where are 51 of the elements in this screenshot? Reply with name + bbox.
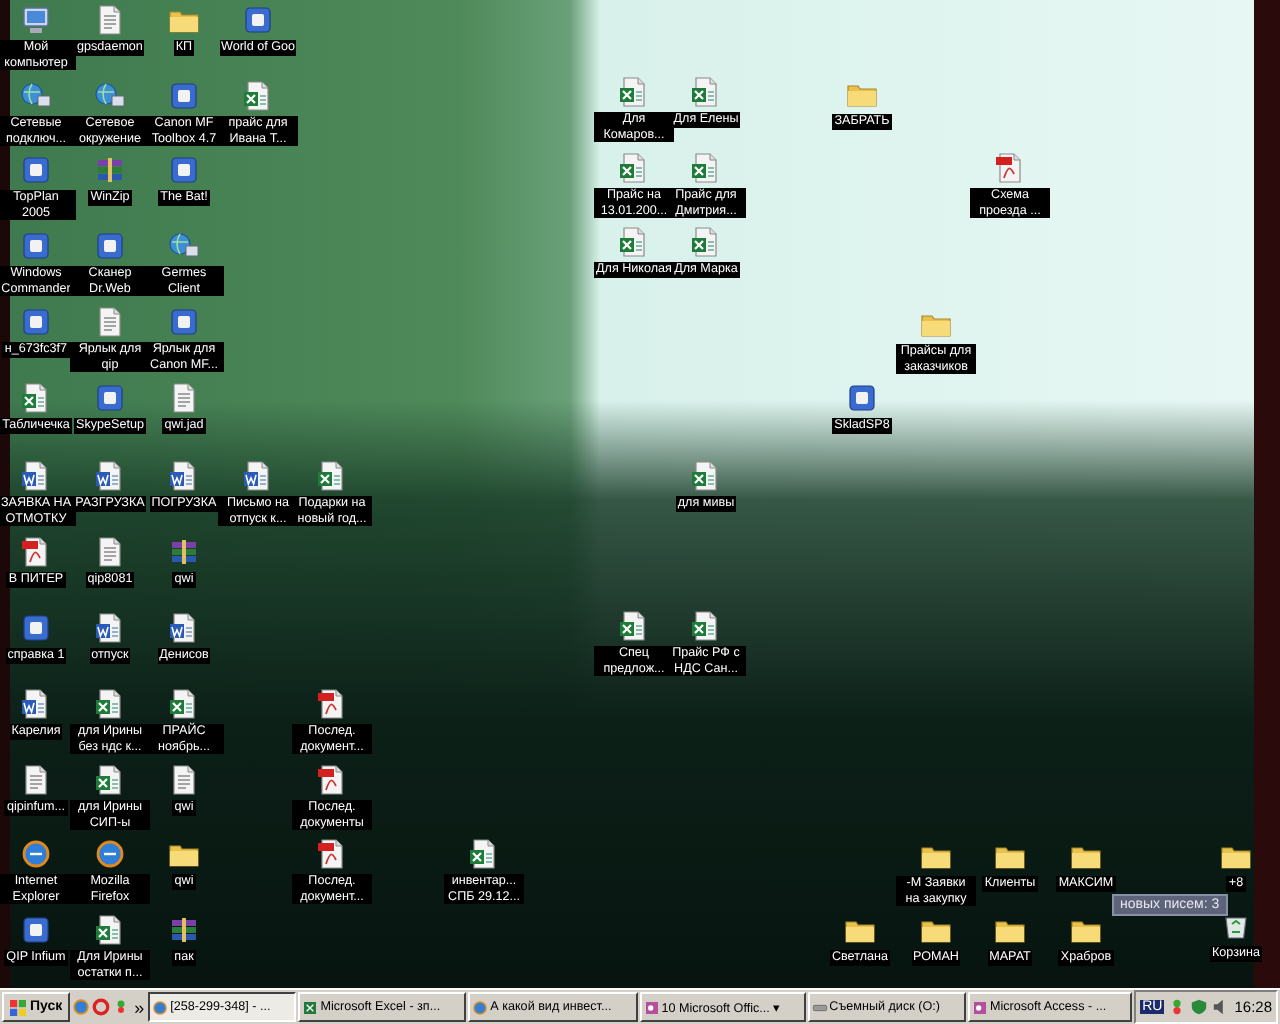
archive-icon[interactable] — [168, 536, 200, 568]
application-icon[interactable] — [94, 230, 126, 262]
application-icon[interactable] — [94, 382, 126, 414]
browser-icon — [472, 999, 489, 1015]
spreadsheet-file-icon[interactable] — [468, 838, 500, 870]
archive-icon[interactable] — [168, 914, 200, 946]
document-file-icon[interactable] — [242, 460, 274, 492]
application-icon[interactable] — [20, 612, 52, 644]
browser-icon[interactable] — [20, 838, 52, 870]
spreadsheet-file-icon[interactable] — [316, 460, 348, 492]
lifebuoy-icon[interactable] — [92, 998, 111, 1016]
file-icon[interactable] — [20, 764, 52, 796]
application-icon[interactable] — [20, 154, 52, 186]
shield-icon[interactable] — [1190, 998, 1209, 1016]
application-icon[interactable] — [168, 80, 200, 112]
document-file-icon[interactable] — [168, 612, 200, 644]
pdf-file-icon[interactable] — [316, 838, 348, 870]
pdf-file-icon[interactable] — [316, 764, 348, 796]
pdf-file-icon[interactable] — [20, 536, 52, 568]
application-icon[interactable] — [20, 306, 52, 338]
application-icon[interactable] — [168, 154, 200, 186]
globe-computer-icon[interactable] — [94, 80, 126, 112]
document-file-icon[interactable] — [94, 460, 126, 492]
document-file-icon[interactable] — [168, 460, 200, 492]
globe-computer-icon[interactable] — [20, 80, 52, 112]
application-icon[interactable] — [846, 382, 878, 414]
file-icon[interactable] — [168, 764, 200, 796]
document-file-icon[interactable] — [20, 460, 52, 492]
drive-icon — [811, 999, 828, 1015]
document-file-icon[interactable] — [20, 688, 52, 720]
more-button[interactable]: » — [132, 997, 147, 1017]
globe-computer-icon[interactable] — [168, 230, 200, 262]
application-icon[interactable] — [20, 914, 52, 946]
file-icon[interactable] — [94, 536, 126, 568]
browser-icon — [152, 999, 169, 1015]
spreadsheet-file-icon[interactable] — [94, 764, 126, 796]
application-icon[interactable] — [20, 230, 52, 262]
spreadsheet-file-icon[interactable] — [94, 914, 126, 946]
document-file-icon[interactable] — [94, 612, 126, 644]
spreadsheet-file-icon[interactable] — [690, 460, 722, 492]
windows-logo-icon — [10, 999, 26, 1015]
browser-icon[interactable] — [94, 838, 126, 870]
pdf-file-icon[interactable] — [316, 688, 348, 720]
spreadsheet-icon — [302, 999, 319, 1015]
computer-icon[interactable] — [20, 4, 52, 36]
spreadsheet-file-icon[interactable] — [168, 688, 200, 720]
spreadsheet-file-icon[interactable] — [690, 610, 722, 642]
application-icon[interactable] — [168, 306, 200, 338]
application-icon[interactable] — [242, 4, 274, 36]
spreadsheet-file-icon[interactable] — [618, 610, 650, 642]
spreadsheet-file-icon[interactable] — [94, 688, 126, 720]
